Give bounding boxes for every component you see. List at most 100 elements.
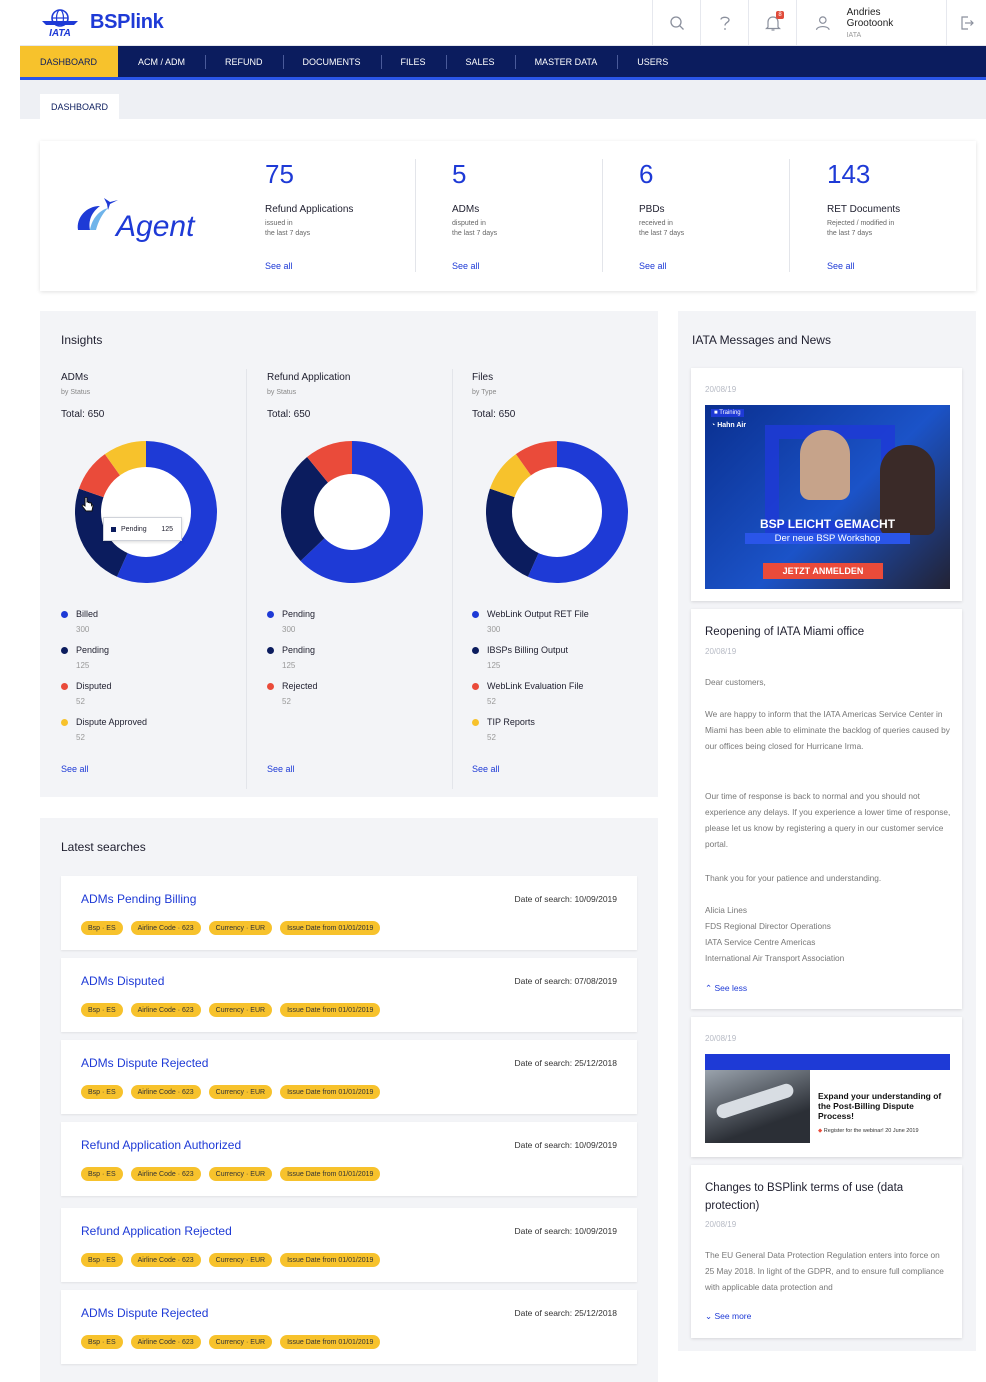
legend-dot [61,683,68,690]
tooltip-value: 125 [161,525,173,533]
nav-refund[interactable]: REFUND [205,46,283,77]
news-card-webinar[interactable]: 20/08/19 Expand your understanding of th… [691,1017,962,1157]
legend-dot [61,611,68,618]
search-date: Date of search: 25/12/2018 [514,1058,617,1068]
search-button[interactable] [652,0,700,46]
chevron-up-icon: ⌃ [705,983,713,993]
news-headline[interactable]: Reopening of IATA Miami office [705,623,950,641]
iata-logo[interactable]: IATA BSPlink [40,8,164,37]
filter-tag[interactable]: Currency · EUR [208,1085,273,1099]
stat-subtitle: received in the last 7 days [639,220,685,237]
filter-tag[interactable]: Issue Date from 01/01/2019 [280,1335,381,1349]
filter-tag[interactable]: Currency · EUR [208,921,273,935]
filter-tag[interactable]: Currency · EUR [208,1003,273,1017]
saved-search-row[interactable]: ADMs Dispute Rejected Date of search: 25/… [61,1040,637,1114]
breadcrumb[interactable]: DASHBOARD [40,94,120,119]
logout-button[interactable] [946,0,986,46]
filter-tag[interactable]: Issue Date from 01/01/2019 [280,921,381,935]
user-menu[interactable]: Andries Grootoonk IATA [796,0,946,46]
filter-tag[interactable]: Issue Date from 01/01/2019 [280,1253,381,1267]
filter-tag[interactable]: Bsp · ES [81,1085,123,1099]
notifications-button[interactable]: 8 [748,0,796,46]
filter-tag[interactable]: Bsp · ES [81,1167,123,1181]
adms-donut-chart[interactable] [75,441,217,583]
see-all-link[interactable]: See all [827,261,855,271]
filter-tag[interactable]: Airline Code · 623 [130,1253,201,1267]
legend-value: 300 [282,625,296,634]
search-title[interactable]: ADMs Pending Billing [81,892,196,906]
filter-tag[interactable]: Issue Date from 01/01/2019 [280,1003,381,1017]
see-less-link[interactable]: ⌃ See less [705,983,747,994]
legend-value: 52 [487,697,496,706]
filter-tag[interactable]: Bsp · ES [81,1003,123,1017]
search-icon [669,15,684,30]
see-all-link[interactable]: See all [61,764,89,774]
webinar-register[interactable]: ◆ Register for the webinar! 20 June 2019 [818,1128,919,1134]
help-button[interactable] [700,0,748,46]
see-all-link[interactable]: See all [452,261,480,271]
refund-donut-chart[interactable] [281,441,423,583]
nav-acm-adm[interactable]: ACM / ADM [118,46,205,77]
stat-label: Refund Applications [265,204,354,215]
see-all-link[interactable]: See all [267,764,295,774]
nav-master-data[interactable]: MASTER DATA [514,46,618,77]
files-donut-chart[interactable] [486,441,628,583]
filter-tags: Bsp · ES Airline Code · 623 Currency · EUR… [81,921,381,935]
news-title: IATA Messages and News [692,333,831,347]
see-all-link[interactable]: See all [472,764,500,774]
search-date: Date of search: 10/09/2019 [514,894,617,904]
search-title[interactable]: ADMs Disputed [81,974,164,988]
filter-tag[interactable]: Airline Code · 623 [130,1003,201,1017]
search-title[interactable]: Refund Application Rejected [81,1224,232,1238]
nav-sales[interactable]: SALES [445,46,515,77]
filter-tag[interactable]: Airline Code · 623 [130,1335,201,1349]
filter-tag[interactable]: Bsp · ES [81,1253,123,1267]
training-badge: ■ Training [711,409,744,417]
filter-tag[interactable]: Airline Code · 623 [130,1167,201,1181]
filter-tag[interactable]: Currency · EUR [208,1253,273,1267]
donut-hole [101,467,191,557]
training-banner-image[interactable]: ■ Training ◔ Hahn Air BSP LEICHT GEMACHT… [705,405,950,589]
filter-tag[interactable]: Airline Code · 623 [130,921,201,935]
search-title[interactable]: ADMs Dispute Rejected [81,1306,208,1320]
filter-tag[interactable]: Currency · EUR [208,1167,273,1181]
see-more-link[interactable]: ⌄ See more [705,1311,751,1322]
nav-users[interactable]: USERS [617,46,688,77]
search-title[interactable]: ADMs Dispute Rejected [81,1056,208,1070]
stat-value: 6 [639,159,654,189]
stat-value: 75 [265,159,294,189]
nav-dashboard[interactable]: DASHBOARD [20,46,118,77]
filter-tag[interactable]: Bsp · ES [81,1335,123,1349]
news-card-training[interactable]: 20/08/19 ■ Training ◔ Hahn Air BSP LEICH… [691,368,962,601]
filter-tag[interactable]: Issue Date from 01/01/2019 [280,1167,381,1181]
search-title[interactable]: Refund Application Authorized [81,1138,241,1152]
banner-cta[interactable]: JETZT ANMELDEN [763,563,883,579]
insight-total: Total: 650 [267,409,311,420]
news-date: 20/08/19 [705,1220,737,1229]
filter-tag[interactable]: Airline Code · 623 [130,1085,201,1099]
filter-tag[interactable]: Bsp · ES [81,921,123,935]
saved-search-row[interactable]: ADMs Disputed Date of search: 07/08/2019 B… [61,958,637,1032]
filter-tag[interactable]: Currency · EUR [208,1335,273,1349]
saved-search-row[interactable]: ADMs Dispute Rejected Date of search: 25/… [61,1290,637,1364]
insight-total: Total: 650 [61,409,105,420]
latest-searches-title: Latest searches [61,840,146,854]
nav-files[interactable]: FILES [380,46,446,77]
stat-value: 143 [827,159,871,189]
see-all-link[interactable]: See all [265,261,293,271]
news-headline[interactable]: Changes to BSPlink terms of use (data pr… [705,1179,950,1215]
banner-subline: Der neue BSP Workshop [745,533,910,544]
nav-documents[interactable]: DOCUMENTS [282,46,381,77]
hahn-air-logo: ◔ Hahn Air [711,422,747,429]
filter-tag[interactable]: Issue Date from 01/01/2019 [280,1085,381,1099]
main-nav: DASHBOARD ACM / ADM REFUND DOCUMENTS FIL… [20,46,986,80]
webinar-headline: Expand your understanding of the Post-Bi… [818,1091,942,1121]
saved-search-row[interactable]: Refund Application Authorized Date of sea… [61,1122,637,1196]
see-all-link[interactable]: See all [639,261,667,271]
webinar-banner-image[interactable]: Expand your understanding of the Post-Bi… [705,1054,950,1143]
chevron-down-icon: ⌄ [705,1311,713,1321]
saved-search-row[interactable]: Refund Application Rejected Date of searc… [61,1208,637,1282]
brand-name: BSPlink [90,11,164,33]
globe-icon: IATA [42,8,78,37]
saved-search-row[interactable]: ADMs Pending Billing Date of search: 10/0… [61,876,637,950]
